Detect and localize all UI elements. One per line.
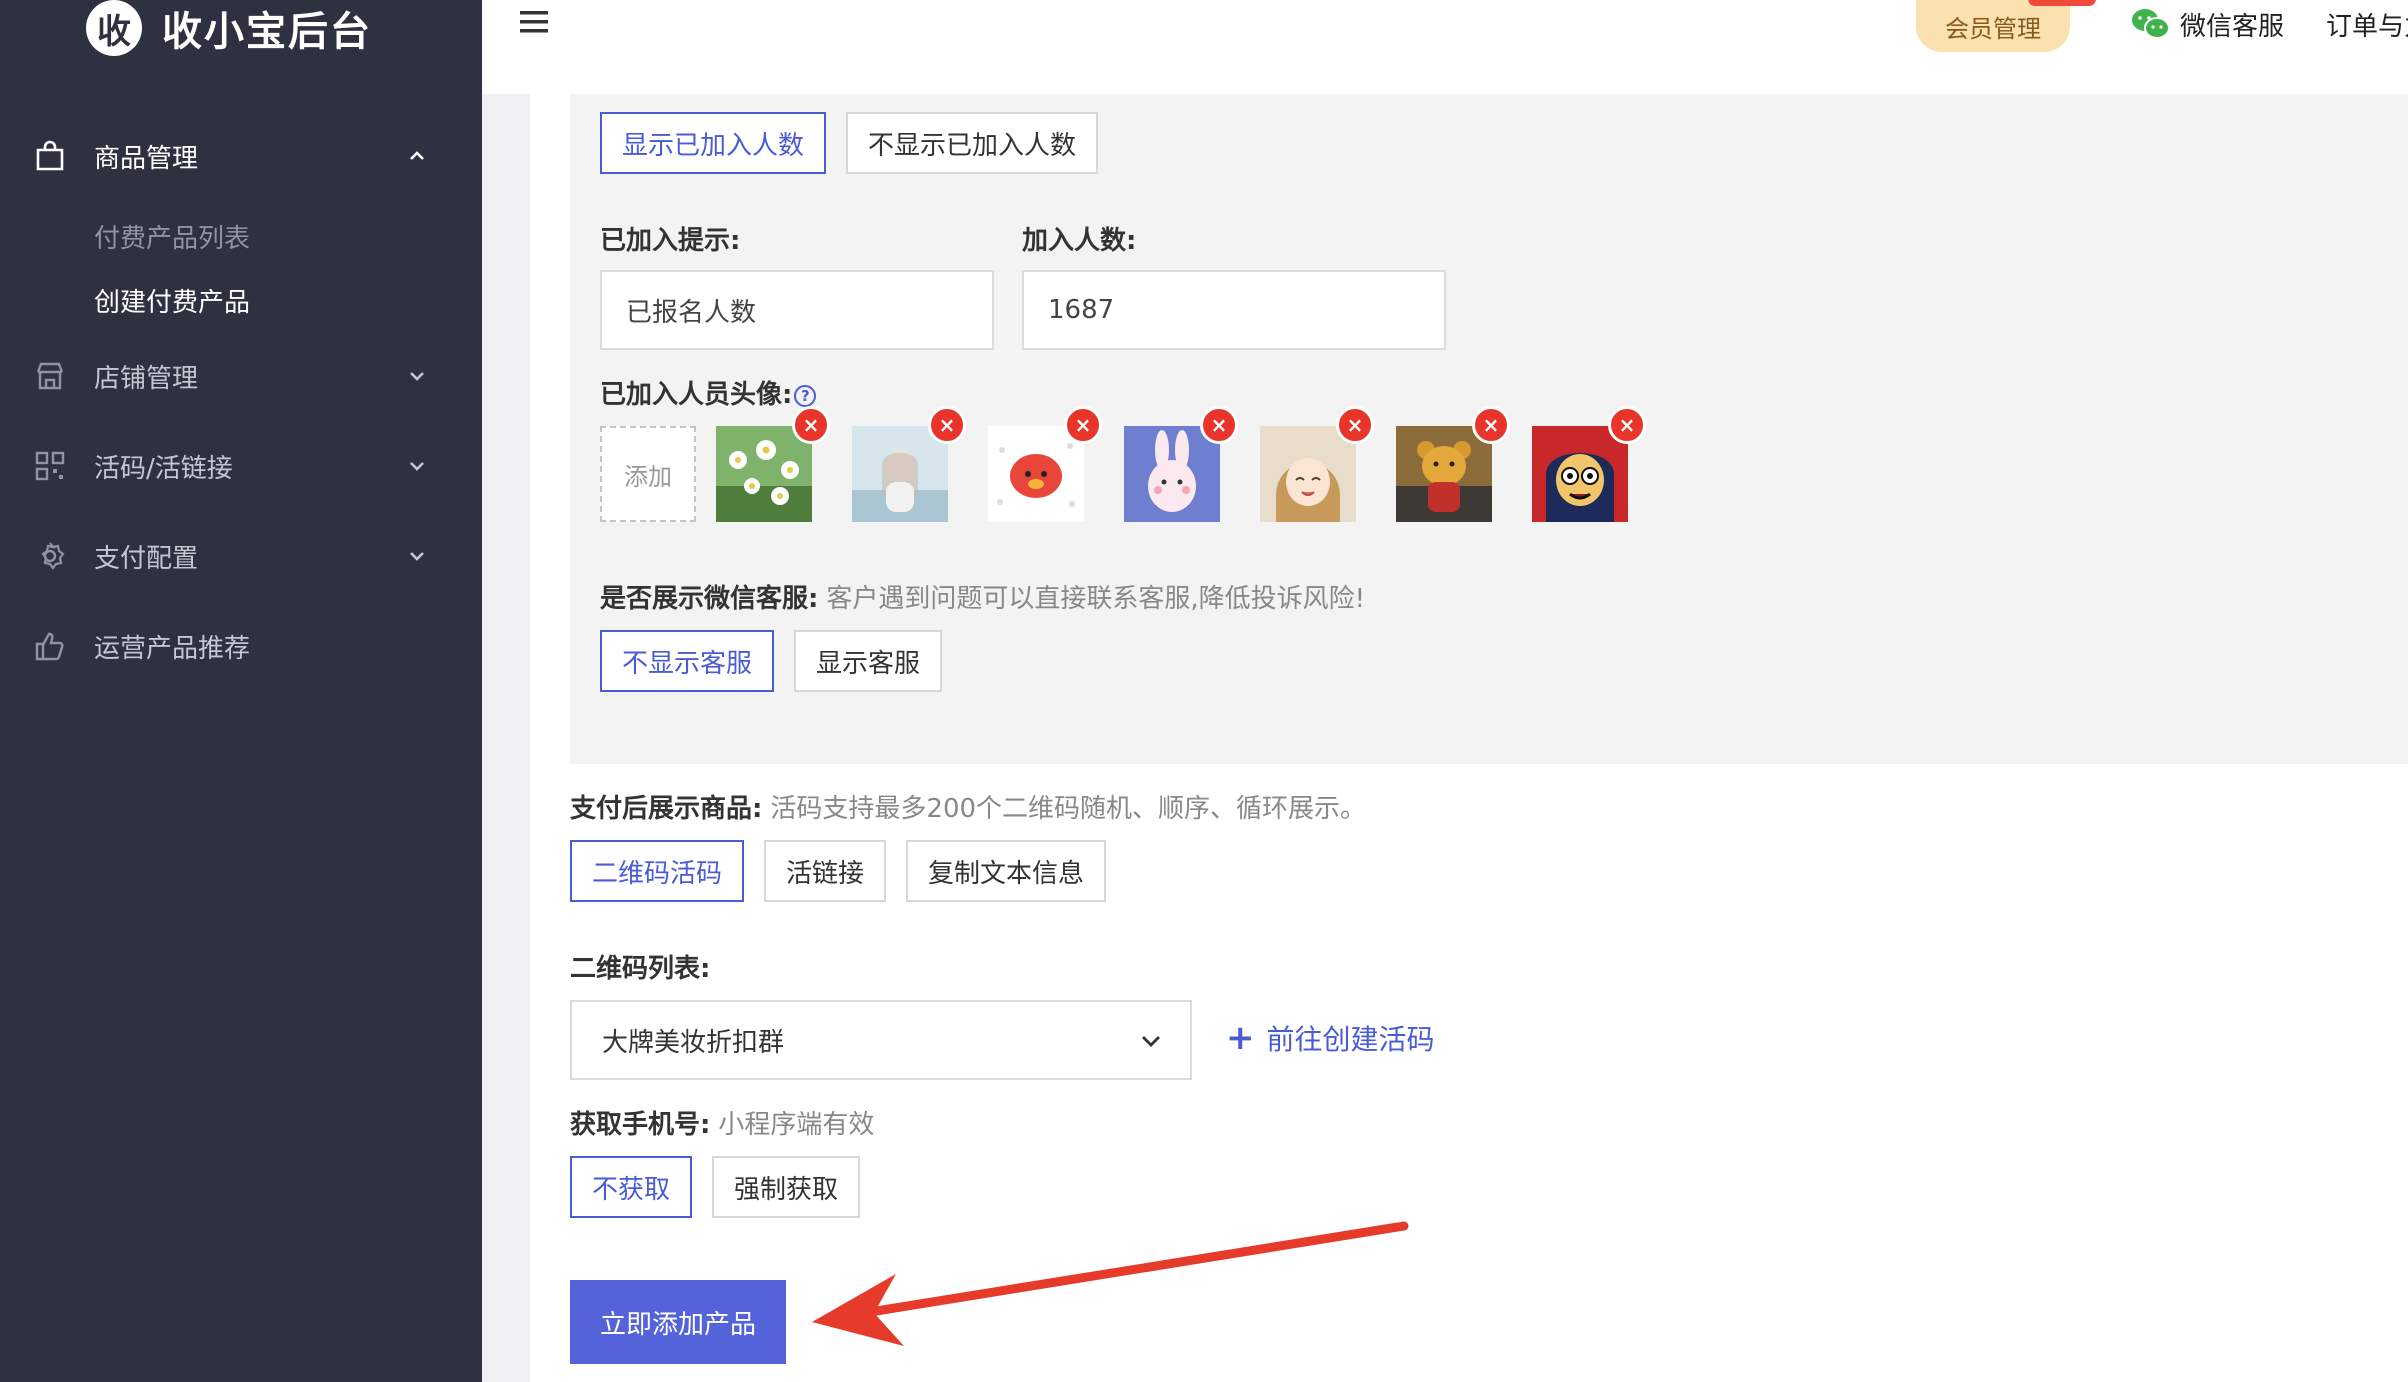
chevron-down-icon — [404, 543, 430, 569]
after-pay-label: 支付后展示商品: 活码支持最多200个二维码随机、顺序、循环展示。 — [570, 788, 1366, 825]
help-icon[interactable]: ? — [794, 384, 817, 407]
wechat-service-label: 微信客服 — [2180, 11, 2285, 42]
content-gutter — [482, 94, 530, 1382]
qr-list-label: 二维码列表: — [570, 954, 711, 984]
show-wechat-service-option[interactable]: 显示客服 — [794, 630, 942, 692]
app-title: 收小宝后台 — [162, 9, 372, 55]
qr-code-icon — [34, 450, 66, 482]
app-logo[interactable]: 收 收小宝后台 — [86, 0, 372, 56]
remove-avatar-button[interactable]: × — [1472, 406, 1510, 444]
joined-avatars-label-text: 已加入人员头像: — [600, 380, 793, 410]
remove-avatar-button[interactable]: × — [1200, 406, 1238, 444]
add-avatar-button[interactable]: 添加 — [600, 426, 696, 522]
wechat-icon — [2130, 7, 2170, 41]
sidebar-item-label: 活码/活链接 — [94, 453, 233, 484]
gear-icon — [34, 540, 66, 572]
copy-text-option[interactable]: 复制文本信息 — [906, 840, 1106, 902]
plus-icon: + — [1226, 1018, 1255, 1058]
live-link-option[interactable]: 活链接 — [764, 840, 886, 902]
orders-link[interactable]: 订单与力 — [2326, 6, 2408, 42]
sidebar-subitem-paid-product-list[interactable]: 付费产品列表 — [94, 218, 250, 255]
sidebar-item-label: 商品管理 — [94, 143, 199, 174]
chevron-down-icon — [1138, 1028, 1164, 1054]
avatar-image — [716, 426, 812, 522]
qr-list-select[interactable]: 大牌美妆折扣群 — [570, 1000, 1192, 1080]
after-pay-title: 支付后展示商品: — [570, 794, 763, 824]
sidebar-item-store-management[interactable]: 店铺管理 — [0, 346, 482, 406]
joined-count-input[interactable]: 1687 — [1022, 270, 1446, 350]
phone-hint: 小程序端有效 — [718, 1110, 875, 1140]
qr-list-selected-value: 大牌美妆折扣群 — [602, 1027, 785, 1058]
chevron-down-icon — [404, 363, 430, 389]
sidebar-item-live-code[interactable]: 活码/活链接 — [0, 436, 482, 496]
chevron-down-icon — [404, 453, 430, 479]
remove-avatar-button[interactable]: × — [792, 406, 830, 444]
hide-joined-count-option[interactable]: 不显示已加入人数 — [846, 112, 1098, 174]
store-icon — [34, 360, 66, 392]
joined-hint-label: 已加入提示: — [600, 226, 741, 256]
after-pay-hint: 活码支持最多200个二维码随机、顺序、循环展示。 — [770, 794, 1367, 824]
remove-avatar-button[interactable]: × — [1336, 406, 1374, 444]
chevron-up-icon — [404, 143, 430, 169]
sidebar: 收 收小宝后台 商品管理 付费产品列表 创建付费产品 店铺管理 活码/活链接 支… — [0, 0, 482, 1382]
no-phone-option[interactable]: 不获取 — [570, 1156, 692, 1218]
create-live-code-label: 前往创建活码 — [1266, 1023, 1435, 1056]
qr-live-code-option[interactable]: 二维码活码 — [570, 840, 744, 902]
hamburger-menu-icon[interactable] — [518, 8, 552, 38]
wechat-service-hint: 客户遇到问题可以直接联系客服,降低投诉风险! — [826, 584, 1366, 614]
remove-avatar-button[interactable]: × — [1608, 406, 1646, 444]
sidebar-subitem-create-paid-product[interactable]: 创建付费产品 — [94, 282, 250, 319]
remove-avatar-button[interactable]: × — [928, 406, 966, 444]
create-live-code-link[interactable]: + 前往创建活码 — [1226, 1016, 1435, 1060]
member-management-button[interactable]: 会员管理 — [1916, 0, 2070, 52]
add-product-submit-button[interactable]: 立即添加产品 — [570, 1280, 786, 1364]
wechat-service-setting-title: 是否展示微信客服: — [600, 584, 819, 614]
remove-avatar-button[interactable]: × — [1064, 406, 1102, 444]
show-joined-count-option[interactable]: 显示已加入人数 — [600, 112, 826, 174]
joined-count-label: 加入人数: — [1022, 226, 1137, 256]
notification-badge — [2028, 0, 2096, 6]
wechat-service-link[interactable]: 微信客服 — [2130, 6, 2284, 42]
avatar-image — [1260, 426, 1356, 522]
logo-badge: 收 — [86, 0, 142, 56]
hide-wechat-service-option[interactable]: 不显示客服 — [600, 630, 774, 692]
top-header: 会员管理 微信客服 订单与力 — [482, 0, 2408, 94]
joined-avatars-label: 已加入人员头像:? — [600, 374, 817, 411]
sidebar-item-label: 店铺管理 — [94, 363, 199, 394]
joined-hint-input[interactable]: 已报名人数 — [600, 270, 994, 350]
wechat-service-setting-label: 是否展示微信客服: 客户遇到问题可以直接联系客服,降低投诉风险! — [600, 578, 1365, 615]
sidebar-item-label: 支付配置 — [94, 543, 199, 574]
avatar-image — [852, 426, 948, 522]
thumbs-up-icon — [34, 630, 66, 662]
sidebar-item-product-management[interactable]: 商品管理 — [0, 126, 482, 186]
sidebar-item-recommended-products[interactable]: 运营产品推荐 — [0, 616, 482, 676]
avatar-image — [1396, 426, 1492, 522]
phone-title: 获取手机号: — [570, 1110, 711, 1140]
sidebar-item-payment-config[interactable]: 支付配置 — [0, 526, 482, 586]
annotation-arrow — [812, 1221, 1409, 1346]
phone-label: 获取手机号: 小程序端有效 — [570, 1104, 874, 1141]
shopping-bag-icon — [34, 140, 66, 172]
avatar-image — [988, 426, 1084, 522]
avatar-image — [1124, 426, 1220, 522]
avatar-image — [1532, 426, 1628, 522]
sidebar-item-label: 运营产品推荐 — [94, 633, 251, 664]
